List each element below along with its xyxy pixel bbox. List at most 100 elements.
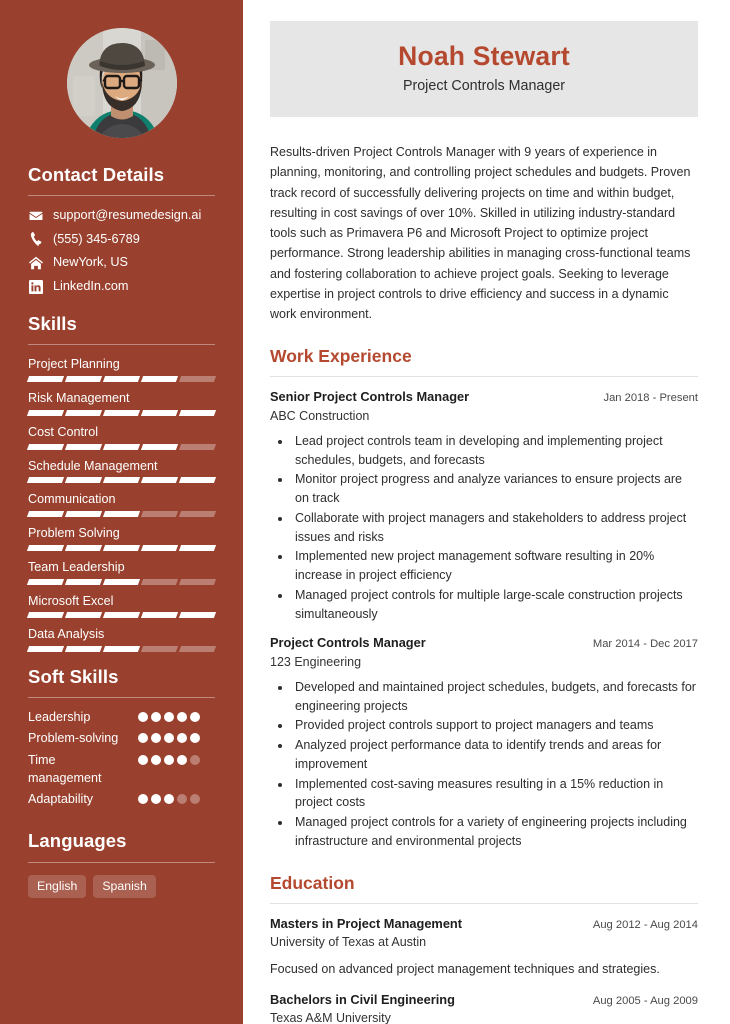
skill-bar-segment	[102, 443, 141, 450]
skill-bar-segment	[64, 376, 103, 383]
skill-bar-segment	[102, 578, 141, 585]
skill-bar-segment	[178, 443, 217, 450]
skill-item: Project Planning	[26, 353, 217, 383]
section-divider	[28, 697, 215, 699]
languages-section: Languages English Spanish	[0, 830, 243, 898]
skill-bar-segment	[140, 511, 179, 518]
skill-label: Communication	[28, 492, 116, 507]
job-date-range: Mar 2014 - Dec 2017	[592, 638, 698, 651]
skill-bar-segment	[178, 544, 217, 551]
main-content: Noah Stewart Project Controls Manager Re…	[243, 0, 730, 1024]
soft-skills-section: Soft Skills Leadership Problem-solving Tim…	[0, 666, 243, 808]
language-badge[interactable]: English	[28, 874, 87, 898]
soft-skill-label: Leadership	[28, 710, 91, 725]
soft-skill-label: Problem-solving	[28, 731, 119, 746]
job-date-range: Jan 2018 - Present	[603, 392, 698, 405]
skill-bar-segment	[178, 612, 217, 619]
skill-bar-segment	[64, 578, 103, 585]
work-experience-section: Work Experience Senior Project Controls …	[270, 346, 698, 850]
skill-item: Problem Solving	[26, 522, 217, 551]
rating-dot	[164, 754, 174, 765]
home-icon	[28, 256, 43, 271]
company-name: ABC Construction	[270, 409, 370, 423]
languages-list: English Spanish	[28, 874, 215, 898]
education-section: Education Masters in Project Management A…	[270, 873, 698, 1024]
skill-bar-segment	[178, 511, 217, 518]
rating-dot	[190, 733, 200, 744]
education-entry: Bachelors in Civil Engineering Aug 2005 -…	[270, 992, 698, 1024]
skill-bar-segment	[102, 612, 141, 619]
work-experience-entry: Senior Project Controls Manager Jan 2018 …	[270, 389, 698, 623]
skill-bar-segment	[26, 443, 65, 450]
skill-label: Schedule Management	[28, 458, 158, 473]
list-item: Analyzed project performance data to ide…	[292, 736, 698, 774]
contact-item-location[interactable]: NewYork, US	[28, 254, 215, 271]
contact-details-heading: Contact Details	[28, 164, 165, 185]
skill-rating-bar	[26, 544, 217, 551]
skill-bar-segment	[102, 409, 141, 416]
rating-dot	[177, 712, 187, 723]
rating-dot	[151, 794, 161, 805]
skill-item: Communication	[26, 488, 217, 518]
skill-bar-segment	[26, 544, 65, 551]
rating-dot	[190, 712, 200, 723]
contact-item-phone[interactable]: (555) 345-6789	[28, 231, 215, 248]
education-list: Masters in Project Management Aug 2012 - …	[270, 916, 698, 1024]
education-date-range: Aug 2005 - Aug 2009	[592, 994, 698, 1007]
entry-header: Project Controls Manager Mar 2014 - Dec 2…	[270, 635, 698, 652]
entry-header: Masters in Project Management Aug 2012 - …	[270, 916, 698, 933]
rating-dot	[164, 794, 174, 805]
work-experience-heading: Work Experience	[270, 346, 412, 367]
skill-label: Project Planning	[28, 357, 120, 372]
job-title-subtitle: Project Controls Manager	[402, 78, 566, 95]
professional-summary: Results-driven Project Controls Manager …	[270, 145, 691, 322]
skill-bar-segment	[140, 477, 179, 484]
skill-bar-segment	[178, 409, 217, 416]
list-item: Collaborate with project managers and st…	[292, 509, 698, 547]
soft-skill-rating-dots	[138, 708, 200, 723]
rating-dot	[138, 794, 148, 805]
skill-bar-segment	[102, 511, 141, 518]
institution-name: Texas A&M University	[270, 1011, 391, 1024]
skill-bar-segment	[178, 578, 217, 585]
contact-linkedin-text: LinkedIn.com	[53, 279, 129, 294]
resume-page: Contact Details support@resumedesign.ai …	[0, 0, 730, 1024]
list-item: Implemented cost-saving measures resulti…	[292, 775, 698, 813]
contact-phone-text: (555) 345-6789	[53, 231, 140, 246]
skill-bar-segment	[102, 477, 141, 484]
soft-skill-rating-dots	[138, 751, 200, 765]
soft-skill-item: Adaptability	[28, 790, 215, 808]
skill-item: Risk Management	[26, 387, 217, 416]
linkedin-icon	[28, 279, 43, 294]
skill-bar-segment	[102, 376, 141, 383]
skill-bar-segment	[26, 409, 65, 416]
section-divider	[270, 376, 698, 378]
language-badge[interactable]: Spanish	[93, 874, 156, 898]
skill-bar-segment	[64, 477, 103, 484]
skill-bar-segment	[140, 376, 179, 383]
education-heading: Education	[270, 872, 355, 893]
rating-dot	[151, 733, 161, 744]
phone-icon	[28, 232, 43, 247]
envelope-icon	[28, 208, 43, 223]
skills-heading: Skills	[28, 313, 77, 335]
institution-name: University of Texas at Austin	[270, 935, 427, 950]
degree-title: Bachelors in Civil Engineering	[270, 991, 455, 1007]
skill-item: Microsoft Excel	[26, 590, 217, 619]
job-title: Senior Project Controls Manager	[270, 389, 470, 405]
soft-skill-item: Time management	[28, 751, 215, 788]
skill-bar-segment	[64, 443, 103, 450]
skill-bar-segment	[26, 477, 65, 484]
rating-dot	[164, 712, 174, 723]
skill-bar-segment	[64, 544, 103, 551]
work-experience-entry: Project Controls Manager Mar 2014 - Dec 2…	[270, 635, 698, 850]
contact-item-linkedin[interactable]: LinkedIn.com	[28, 278, 215, 295]
contact-item-email[interactable]: support@resumedesign.ai	[28, 207, 215, 224]
section-divider	[28, 195, 215, 197]
soft-skill-rating-dots	[138, 790, 200, 805]
education-date-range: Aug 2012 - Aug 2014	[592, 918, 698, 931]
skill-item: Cost Control	[26, 421, 217, 450]
skill-bar-segment	[140, 544, 179, 551]
soft-skill-rating-dots	[138, 729, 200, 744]
contact-list: support@resumedesign.ai (555) 345-6789 N…	[28, 207, 215, 295]
